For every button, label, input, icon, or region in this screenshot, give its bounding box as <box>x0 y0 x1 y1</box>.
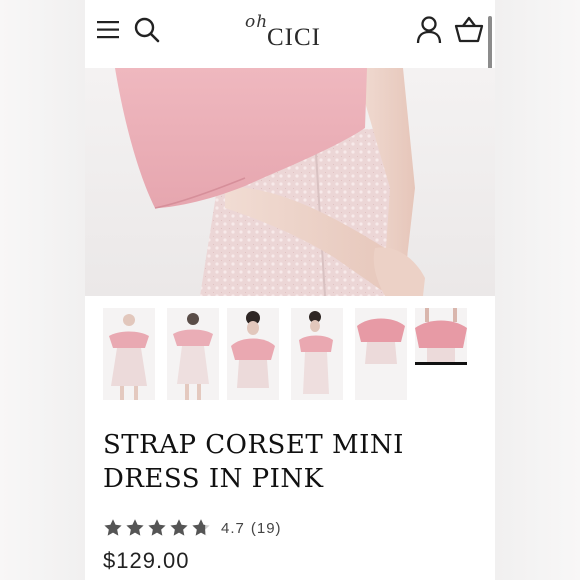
thumbnail-2[interactable] <box>167 308 219 400</box>
thumbnail-4[interactable] <box>291 308 343 400</box>
mobile-page: oh CICI STRAP CORSET MINI DRESS IN PINK … <box>85 0 495 580</box>
logo-main-text: CICI <box>267 24 321 51</box>
thumbnail-strip <box>103 308 483 404</box>
thumbnail-1[interactable] <box>103 308 155 400</box>
thumbnail-3[interactable] <box>227 308 279 400</box>
product-title: STRAP CORSET MINI DRESS IN PINK <box>103 430 404 494</box>
scrollbar[interactable] <box>488 16 492 74</box>
rating-stars <box>103 518 213 538</box>
site-header: oh CICI <box>85 0 495 74</box>
brand-logo[interactable]: oh CICI <box>235 8 345 54</box>
star-icon <box>148 519 166 536</box>
review-count: (19) <box>250 519 282 537</box>
background-right <box>495 0 580 580</box>
product-price: $129.00 <box>103 548 190 573</box>
thumbnail-5[interactable] <box>355 308 407 400</box>
menu-icon[interactable] <box>97 20 121 40</box>
background-left <box>0 0 85 580</box>
thumbnail-6[interactable] <box>415 308 467 365</box>
hero-illustration <box>115 68 425 296</box>
star-icon <box>104 519 122 536</box>
star-icon <box>126 519 144 536</box>
product-hero-image[interactable] <box>85 68 495 296</box>
account-icon[interactable] <box>415 15 443 45</box>
logo-small-text: oh <box>245 12 269 32</box>
product-rating[interactable]: 4.7 (19) <box>103 516 282 540</box>
star-half-icon <box>192 519 210 536</box>
basket-icon[interactable] <box>454 16 484 44</box>
star-icon <box>170 519 188 536</box>
rating-value: 4.7 <box>221 519 245 537</box>
search-icon[interactable] <box>133 16 161 44</box>
